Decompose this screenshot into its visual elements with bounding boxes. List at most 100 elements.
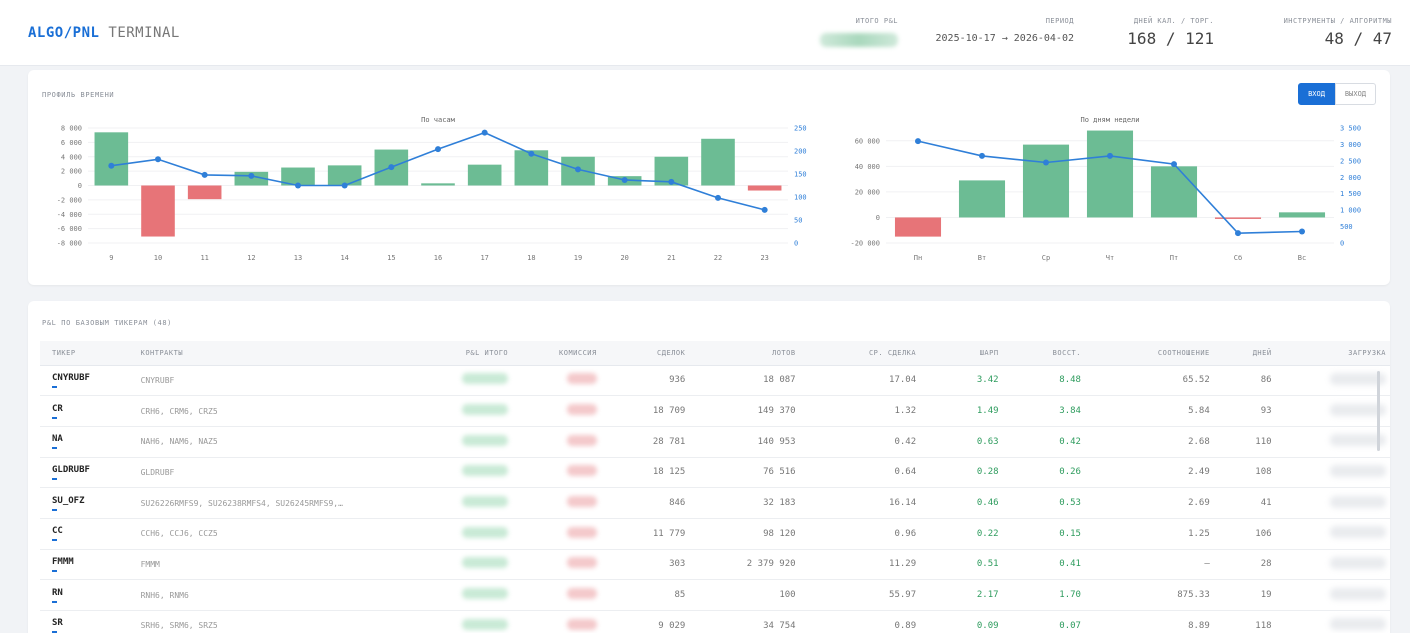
deals-cell: 18 709 [608, 395, 698, 427]
sharpe-cell: 0.63 [928, 426, 1011, 458]
lots-cell: 32 183 [697, 487, 808, 519]
bar [1022, 144, 1070, 218]
y-right-tick-label: 0 [794, 240, 798, 248]
deals-cell: 85 [608, 579, 698, 611]
days-cell: 19 [1221, 579, 1284, 611]
x-tick-label: 11 [200, 254, 208, 262]
instruments-stat: ИНСТРУМЕНТЫ / АЛГОРИТМЫ 48 / 47 [1284, 17, 1392, 48]
pnl-total-cell [406, 610, 521, 633]
ticker-cell: NA [52, 434, 63, 445]
line-point [979, 152, 985, 159]
table-row[interactable]: CNYRUBF CNYRUBF 936 18 087 17.04 3.42 8.… [40, 365, 1390, 397]
y-right-tick-label: 100 [794, 194, 807, 202]
load-cell [1283, 549, 1390, 581]
pnl-total-blurred [462, 557, 509, 569]
lots-cell: 34 754 [697, 610, 808, 633]
bar [701, 138, 735, 186]
col-commission[interactable]: КОМИССИЯ [520, 341, 609, 366]
x-tick-label: Ср [1042, 254, 1050, 262]
pnl-total-cell [406, 487, 521, 519]
line-point [388, 164, 395, 171]
line-point [1235, 230, 1241, 237]
table-row[interactable]: CR CRH6, CRM6, CRZ5 18 709 149 370 1.32 … [40, 395, 1390, 427]
table-row[interactable]: CC CCH6, CCJ6, CCZ5 11 779 98 120 0.96 0… [40, 518, 1390, 550]
y-right-tick-label: 1 000 [1340, 207, 1361, 215]
y-left-tick-label: 6 000 [61, 139, 82, 147]
ticker-marker [52, 416, 57, 419]
table-scrollbar[interactable] [1377, 371, 1380, 451]
table-row[interactable]: NA NAH6, NAM6, NAZ5 28 781 140 953 0.42 … [40, 426, 1390, 458]
bar [94, 132, 129, 186]
ratio-cell: 5.84 [1092, 395, 1222, 427]
lots-cell: 76 516 [697, 457, 808, 489]
x-tick-label: 23 [760, 254, 768, 262]
deals-cell: 846 [608, 487, 698, 519]
col-days[interactable]: ДНЕЙ [1221, 341, 1284, 366]
x-tick-label: 9 [109, 254, 113, 262]
brand-pnl: PNL [72, 25, 100, 41]
x-tick-label: Пт [1170, 254, 1178, 262]
col-pnl-total[interactable]: P&L ИТОГО [406, 341, 521, 366]
line-point [201, 171, 208, 178]
load-cell [1283, 610, 1390, 633]
col-sharpe[interactable]: ШАРП [928, 341, 1011, 366]
x-tick-label: 19 [574, 254, 582, 262]
table-row[interactable]: RN RNH6, RNM6 85 100 55.97 2.17 1.70 875… [40, 579, 1390, 611]
table-row[interactable]: SU_OFZ SU26226RMFS9, SU26238RMFS4, SU262… [40, 487, 1390, 519]
toggle-entry-button[interactable]: ВХОД [1298, 83, 1335, 105]
days-cell: 110 [1221, 426, 1284, 458]
load-blurred [1330, 618, 1386, 631]
commission-blurred [566, 434, 597, 446]
avg-deal-cell: 16.14 [807, 487, 929, 519]
col-contracts[interactable]: КОНТРАКТЫ [128, 341, 407, 366]
col-avg-deal[interactable]: СР. СДЕЛКА [807, 341, 929, 366]
commission-cell [520, 549, 609, 581]
x-tick-label: 15 [387, 254, 395, 262]
instruments-label: ИНСТРУМЕНТЫ / АЛГОРИТМЫ [1283, 17, 1392, 25]
deals-cell: 28 781 [608, 426, 698, 458]
total-pnl-value-blurred [820, 33, 898, 47]
table-row[interactable]: FMMM FMMM 303 2 379 920 11.29 0.51 0.41 … [40, 549, 1390, 581]
ticker-marker [52, 447, 57, 450]
pnl-total-blurred [462, 588, 509, 600]
commission-blurred [566, 588, 597, 600]
days-cell: 108 [1221, 457, 1284, 489]
commission-cell [520, 518, 609, 550]
bar [1150, 166, 1198, 218]
commission-blurred [566, 557, 597, 569]
load-blurred [1330, 464, 1386, 477]
pnl-total-cell [406, 395, 521, 427]
brand-logo: ALGO/PNL TERMINAL [28, 25, 180, 41]
col-deals[interactable]: СДЕЛОК [608, 341, 698, 366]
days-label: ДНЕЙ КАЛ. / ТОРГ. [1133, 17, 1214, 25]
bar [747, 185, 782, 191]
contracts-cell: RNH6, RNM6 [128, 579, 407, 611]
contracts-cell: SU26226RMFS9, SU26238RMFS4, SU26245RMFS9… [128, 487, 407, 519]
avg-deal-cell: 11.29 [807, 549, 929, 581]
col-load[interactable]: ЗАГРУЗКА [1283, 341, 1390, 366]
table-header-row: ТИКЕР КОНТРАКТЫ P&L ИТОГО КОМИССИЯ СДЕЛО… [40, 341, 1390, 366]
brand-algo: ALGO [28, 25, 64, 41]
y-left-tick-label: 2 000 [61, 168, 82, 176]
bar [1278, 212, 1326, 218]
col-lots[interactable]: ЛОТОВ [697, 341, 808, 366]
pnl-total-blurred [462, 373, 509, 385]
ratio-cell: 2.68 [1092, 426, 1222, 458]
avg-deal-cell: 0.42 [807, 426, 929, 458]
bar [421, 183, 455, 186]
col-ratio[interactable]: СООТНОШЕНИЕ [1092, 341, 1222, 366]
sharpe-cell: 3.42 [928, 365, 1011, 397]
table-row[interactable]: SR SRH6, SRM6, SRZ5 9 029 34 754 0.89 0.… [40, 610, 1390, 633]
line-point [155, 156, 161, 163]
line-point [295, 182, 301, 189]
avg-deal-cell: 55.97 [807, 579, 929, 611]
days-cell: 93 [1221, 395, 1284, 427]
y-right-tick-label: 250 [794, 125, 807, 133]
ticker-marker [52, 539, 57, 542]
deals-cell: 936 [608, 365, 698, 397]
toggle-exit-button[interactable]: ВЫХОД [1334, 83, 1376, 105]
days-cell: 106 [1221, 518, 1284, 550]
col-recovery[interactable]: ВОССТ. [1010, 341, 1093, 366]
table-row[interactable]: GLDRUBF GLDRUBF 18 125 76 516 0.64 0.28 … [40, 457, 1390, 489]
col-ticker[interactable]: ТИКЕР [40, 341, 129, 366]
